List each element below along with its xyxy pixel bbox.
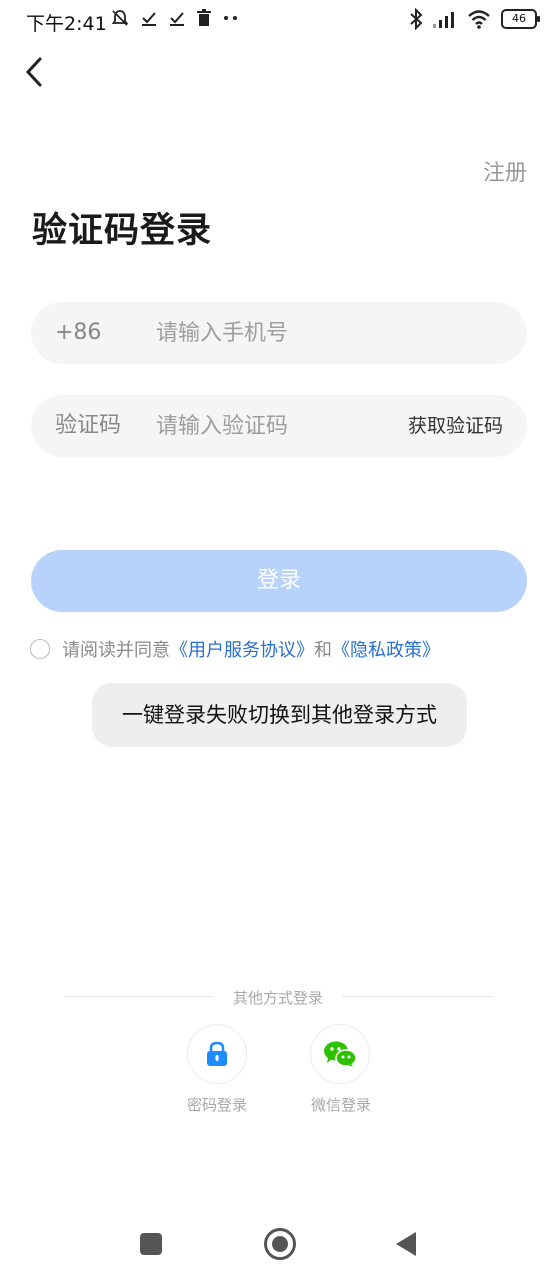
password-login-label: 密码登录 bbox=[186, 1096, 247, 1114]
page-title: 验证码登录 bbox=[32, 211, 213, 251]
code-input[interactable] bbox=[156, 395, 396, 457]
divider-left bbox=[64, 996, 214, 997]
status-time: 下午2:41 bbox=[26, 13, 107, 35]
home-dot bbox=[272, 1236, 288, 1252]
back-triangle-icon[interactable] bbox=[394, 1230, 418, 1258]
mute-bell-icon bbox=[111, 10, 129, 26]
status-icons-left bbox=[110, 8, 240, 28]
wechat-icon bbox=[324, 1041, 357, 1067]
wechat-login-button[interactable] bbox=[310, 1024, 370, 1084]
phone-input[interactable] bbox=[156, 302, 396, 364]
recents-square-icon[interactable] bbox=[140, 1233, 162, 1255]
agreement-row: 请阅读并同意 《用户服务协议》 和 《隐私政策》 bbox=[30, 636, 440, 662]
other-methods-label: 其他方式登录 bbox=[232, 989, 323, 1007]
wechat-login-label: 微信登录 bbox=[310, 1096, 371, 1114]
bluetooth-icon bbox=[410, 8, 423, 30]
wifi-icon bbox=[468, 10, 490, 29]
status-icons-right: 46 bbox=[409, 8, 540, 30]
signal-icon bbox=[433, 12, 454, 28]
password-login-button[interactable] bbox=[187, 1024, 247, 1084]
terms-link[interactable]: 《用户服务协议》 bbox=[170, 636, 314, 662]
chevron-left-icon bbox=[25, 57, 42, 87]
register-link[interactable]: 注册 bbox=[483, 155, 527, 187]
agreement-and: 和 bbox=[314, 640, 332, 661]
battery-icon: 46 bbox=[501, 9, 540, 29]
agreement-prefix: 请阅读并同意 bbox=[62, 640, 170, 661]
code-label: 验证码 bbox=[55, 413, 122, 438]
status-bar: 下午2:41 46 bbox=[0, 0, 559, 42]
login-button[interactable]: 登录 bbox=[31, 550, 527, 612]
lock-icon bbox=[207, 1041, 227, 1066]
privacy-link[interactable]: 《隐私政策》 bbox=[332, 636, 440, 662]
trash-icon bbox=[197, 9, 211, 26]
code-field: 验证码 获取验证码 bbox=[31, 395, 527, 457]
back-button[interactable] bbox=[20, 52, 52, 92]
divider-right bbox=[342, 996, 494, 997]
phone-field: +86 bbox=[31, 302, 527, 364]
country-code-label[interactable]: +86 bbox=[55, 302, 101, 364]
check-icon bbox=[142, 12, 156, 26]
switch-login-method-button[interactable]: 一键登录失败切换到其他登录方式 bbox=[92, 683, 467, 747]
get-code-button[interactable]: 获取验证码 bbox=[408, 395, 503, 457]
agree-checkbox[interactable] bbox=[30, 639, 50, 659]
check-icon bbox=[170, 12, 184, 26]
more-dots-icon bbox=[224, 16, 237, 20]
